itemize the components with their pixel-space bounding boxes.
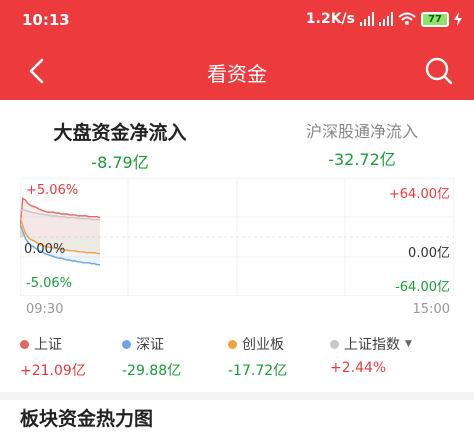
signal-icon [360, 12, 374, 26]
legend-name: 上证指数 [344, 337, 400, 353]
status-time: 10:13 [22, 11, 70, 29]
x-axis-end: 15:00 [412, 302, 450, 317]
legend-name: 创业板 [242, 337, 284, 353]
legend-value: +2.44% [330, 360, 387, 376]
tab-value: -8.79亿 [91, 153, 149, 172]
legend-value: +21.09亿 [20, 363, 86, 379]
legend-item-sz[interactable]: 深证 -29.88亿 [122, 334, 181, 380]
right-axis-bottom: -64.00亿 [395, 280, 450, 295]
right-axis-top: +64.00亿 [388, 187, 450, 202]
legend-dot [228, 339, 237, 349]
caret-down-icon[interactable]: ▼ [405, 339, 412, 349]
legend-item-sh[interactable]: 上证 +21.09亿 [20, 334, 86, 380]
legend-name: 深证 [136, 337, 164, 353]
legend-dot [330, 339, 339, 349]
legend-value: -29.88亿 [122, 363, 182, 379]
legend-dot [20, 339, 29, 349]
fund-flow-chart: +5.06% 0.00% -5.06% +64.00亿 0.00亿 -64.00… [0, 178, 474, 328]
legend-item-sh-index[interactable]: 上证指数 ▼ +2.44% [330, 334, 412, 376]
heatmap-section: 板块资金热力图 [0, 400, 474, 434]
signal-icon-2 [379, 12, 393, 26]
nav-bar: 看资金 [0, 42, 474, 100]
charging-icon [454, 12, 462, 26]
chart-legend: 上证 +21.09亿 深证 -29.88亿 创业板 -17.72亿 上证指数 ▼ … [0, 334, 474, 384]
search-icon[interactable] [424, 56, 454, 86]
tab-label: 大盘资金净流入 [53, 122, 187, 144]
section-title: 板块资金热力图 [20, 408, 154, 430]
status-bar: 10:13 1.2K/s 77 [0, 0, 474, 42]
tab-market-net-inflow[interactable]: 大盘资金净流入 -8.79亿 [20, 118, 220, 173]
left-axis-mid: 0.00% [24, 242, 66, 257]
right-axis-mid: 0.00亿 [408, 246, 450, 261]
left-axis-top: +5.06% [26, 183, 79, 198]
tab-connect-net-inflow[interactable]: 沪深股通净流入 -32.72亿 [262, 118, 462, 170]
legend-name: 上证 [34, 337, 62, 353]
tab-value: -32.72亿 [328, 150, 396, 169]
x-axis-start: 09:30 [26, 302, 64, 317]
left-axis-bottom: -5.06% [26, 276, 72, 291]
tab-label: 沪深股通净流入 [305, 122, 418, 141]
battery-icon: 77 [421, 11, 449, 27]
legend-dot [122, 339, 131, 349]
status-icons: 1.2K/s 77 [306, 11, 462, 27]
wifi-icon [398, 12, 416, 25]
net-speed: 1.2K/s [305, 11, 355, 27]
legend-value: -17.72亿 [228, 363, 288, 379]
page-title: 看资金 [207, 62, 267, 86]
app-header: 10:13 1.2K/s 77 看资金 [0, 0, 474, 100]
legend-item-cyb[interactable]: 创业板 -17.72亿 [228, 334, 287, 380]
